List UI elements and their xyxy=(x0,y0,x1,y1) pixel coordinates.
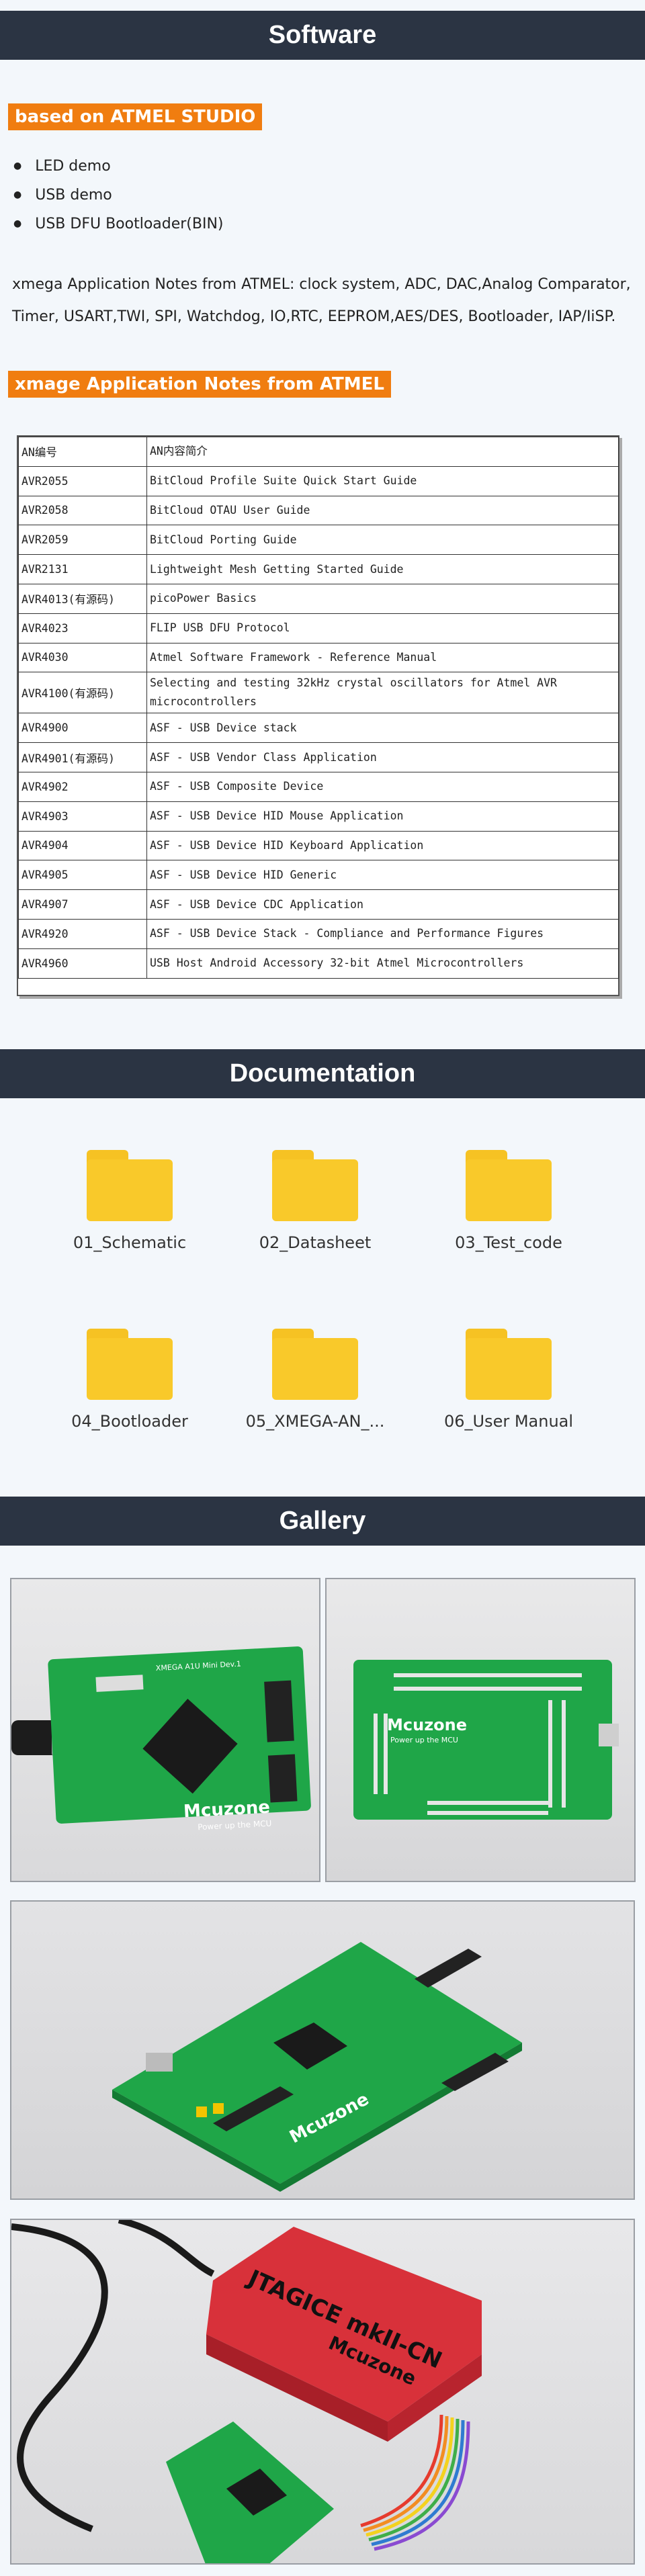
an-number-cell: AVR4023 xyxy=(18,613,147,643)
table-row: AVR4960 USB Host Android Accessory 32-bit… xyxy=(18,948,619,979)
table-row: AVR4901(有源码) ASF - USB Vendor Class Appli… xyxy=(18,742,619,772)
folder-icon xyxy=(87,1150,173,1221)
an-description-cell: Lightweight Mesh Getting Started Guide xyxy=(146,554,619,584)
an-description-cell: BitCloud Profile Suite Quick Start Guide xyxy=(146,465,619,496)
folder-test-code[interactable]: 03_Test_code xyxy=(435,1150,583,1252)
folder-icon xyxy=(466,1150,552,1221)
an-number-cell: AVR2131 xyxy=(18,554,147,584)
software-section-header: Software xyxy=(0,11,645,60)
folder-icon xyxy=(466,1329,552,1400)
table-row: AVR4900 ASF - USB Device stack xyxy=(18,713,619,744)
an-description-cell: ASF - USB Vendor Class Application xyxy=(146,742,619,772)
table-row: AVR4013(有源码) picoPower Basics xyxy=(18,583,619,614)
an-description-cell: ASF - USB Device HID Keyboard Applicatio… xyxy=(146,830,619,861)
folder-icon xyxy=(272,1150,358,1221)
an-number-cell: AVR2059 xyxy=(18,525,147,556)
atmel-studio-tag: based on ATMEL STUDIO xyxy=(8,103,263,130)
table-row: AVR4904 ASF - USB Device HID Keyboard App… xyxy=(18,830,619,861)
table-row: AVR2055 BitCloud Profile Suite Quick Star… xyxy=(18,465,619,496)
folder-label: 05_XMEGA-AN_... xyxy=(245,1412,385,1431)
folder-icon xyxy=(87,1329,173,1400)
list-item: USB demo xyxy=(13,181,224,210)
table-row: AVR4023 FLIP USB DFU Protocol xyxy=(18,613,619,643)
an-number-cell: AVR4904 xyxy=(18,830,147,861)
folder-xmega-an[interactable]: 05_XMEGA-AN_... xyxy=(241,1329,389,1431)
gallery-photo-board-angled: Mcuzone xyxy=(10,1900,635,2200)
table-row: AVR4100(有源码) Selecting and testing 32kHz … xyxy=(18,672,619,714)
an-description-cell: ASF - USB Device HID Mouse Application xyxy=(146,801,619,832)
table-row: AVR4920 ASF - USB Device Stack - Complian… xyxy=(18,918,619,949)
gallery-photo-board-back: Mcuzone Power up the MCU xyxy=(325,1578,636,1882)
an-description-cell: ASF - USB Device HID Generic xyxy=(146,860,619,891)
table-row: AVR2131 Lightweight Mesh Getting Started … xyxy=(18,554,619,584)
folder-label: 06_User Manual xyxy=(443,1412,574,1431)
folder-datasheet[interactable]: 02_Datasheet xyxy=(241,1150,389,1252)
an-number-cell: AVR4900 xyxy=(18,713,147,744)
gallery-photo-debugger: JTAGICE mkII-CN Mcuzone xyxy=(10,2219,635,2565)
column-header: AN编号 xyxy=(18,437,147,467)
folder-bootloader[interactable]: 04_Bootloader xyxy=(56,1329,204,1431)
an-description-cell: ASF - USB Composite Device xyxy=(146,771,619,802)
an-description-cell: USB Host Android Accessory 32-bit Atmel … xyxy=(146,948,619,979)
list-item: LED demo xyxy=(13,152,224,181)
an-description-cell: ASF - USB Device CDC Application xyxy=(146,889,619,920)
gallery-section-header: Gallery xyxy=(0,1497,645,1546)
an-description-cell: ASF - USB Device Stack - Compliance and … xyxy=(146,918,619,949)
an-description-cell: FLIP USB DFU Protocol xyxy=(146,613,619,643)
table-row: AVR4902 ASF - USB Composite Device xyxy=(18,771,619,802)
documentation-section-header: Documentation xyxy=(0,1049,645,1098)
an-number-cell: AVR4903 xyxy=(18,801,147,832)
table-row: AVR2058 BitCloud OTAU User Guide xyxy=(18,495,619,526)
an-number-cell: AVR2058 xyxy=(18,495,147,526)
list-item: USB DFU Bootloader(BIN) xyxy=(13,210,223,238)
an-number-cell: AVR4960 xyxy=(18,948,147,979)
an-description-cell: BitCloud OTAU User Guide xyxy=(146,495,619,526)
application-notes-table: AN编号 AN内容简介 AVR2055 BitCloud Profile Suit… xyxy=(17,435,619,996)
table-row: AVR4907 ASF - USB Device CDC Application xyxy=(18,889,619,920)
table-row: AVR4030 Atmel Software Framework - Refere… xyxy=(18,642,619,673)
an-number-cell: AVR4920 xyxy=(18,918,147,949)
folder-label: 02_Datasheet xyxy=(259,1233,372,1252)
application-notes-tag: xmage Application Notes from ATMEL xyxy=(8,371,391,398)
column-header: AN内容简介 xyxy=(146,437,619,467)
an-number-cell: AVR4100(有源码) xyxy=(18,672,147,714)
board-silk-text: Mcuzone xyxy=(387,1716,467,1734)
an-number-cell: AVR4902 xyxy=(18,771,147,802)
an-description-cell: BitCloud Porting Guide xyxy=(146,525,619,556)
an-description-cell: Atmel Software Framework - Reference Man… xyxy=(146,642,619,673)
folder-label: 04_Bootloader xyxy=(71,1412,188,1431)
application-notes-paragraph: xmega Application Notes from ATMEL: cloc… xyxy=(12,276,631,325)
gallery-photo-board-top: Mcuzone Power up the MCU XMEGA A1U Mini … xyxy=(10,1578,320,1882)
folder-label: 03_Test_code xyxy=(455,1233,562,1252)
an-description-cell: picoPower Basics xyxy=(146,583,619,614)
table-row: AVR4905 ASF - USB Device HID Generic xyxy=(18,860,619,891)
table-row: AVR4903 ASF - USB Device HID Mouse Applic… xyxy=(18,801,619,832)
board-slogan-text: Power up the MCU xyxy=(198,1818,272,1832)
an-description-cell: ASF - USB Device stack xyxy=(146,713,619,744)
folder-schematic[interactable]: 01_Schematic xyxy=(56,1150,204,1252)
an-number-cell: AVR4907 xyxy=(18,889,147,920)
board-slogan-text: Power up the MCU xyxy=(390,1736,458,1744)
an-description-cell: Selecting and testing 32kHz crystal osci… xyxy=(146,672,619,714)
folder-label: 01_Schematic xyxy=(73,1233,187,1252)
an-number-cell: AVR4013(有源码) xyxy=(18,583,147,614)
an-number-cell: AVR4905 xyxy=(18,860,147,891)
an-number-cell: AVR4901(有源码) xyxy=(18,742,147,772)
an-number-cell: AVR4030 xyxy=(18,642,147,673)
table-row: AVR2059 BitCloud Porting Guide xyxy=(18,525,619,556)
folder-user-manual[interactable]: 06_User Manual xyxy=(435,1329,583,1431)
table-header-row: AN编号 AN内容简介 xyxy=(18,437,619,467)
board-silk-text: Mcuzone xyxy=(183,1797,270,1822)
demo-list: LED demo USB demo USB DFU Bootloader(BIN… xyxy=(13,152,224,238)
an-number-cell: AVR2055 xyxy=(18,465,147,496)
folder-icon xyxy=(272,1329,358,1400)
